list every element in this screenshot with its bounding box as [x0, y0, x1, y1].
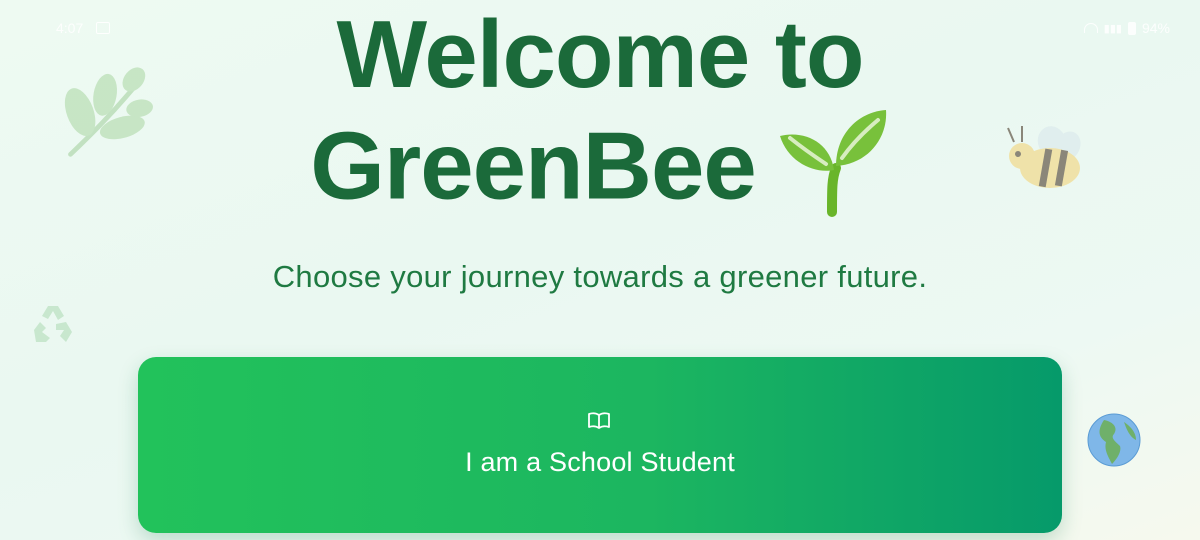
sprout-icon [779, 109, 886, 217]
school-student-button[interactable]: I am a School Student [138, 357, 1062, 533]
book-icon [588, 412, 610, 429]
app-name: GreenBee [310, 112, 757, 220]
page-title-line2: GreenBee [0, 109, 1200, 222]
school-student-label: I am a School Student [465, 447, 735, 477]
recycle-icon [34, 306, 72, 342]
page-subtitle: Choose your journey towards a greener fu… [272, 259, 928, 294]
page-title-line1: Welcome to [336, 1, 865, 108]
globe-icon [1087, 413, 1141, 467]
